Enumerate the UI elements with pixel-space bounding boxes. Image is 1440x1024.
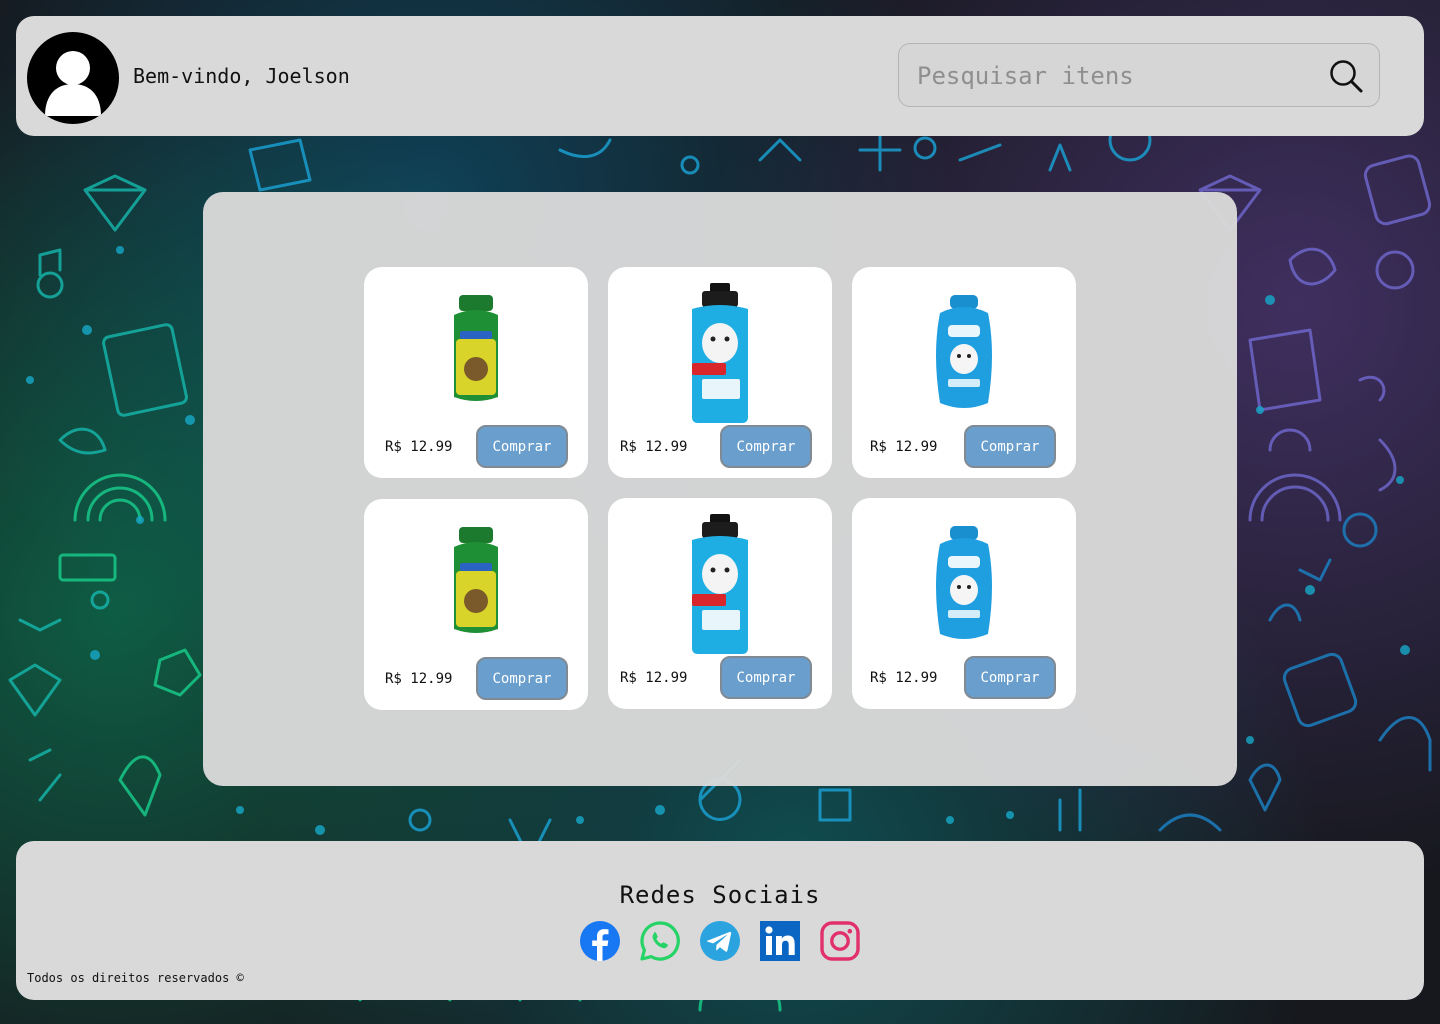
product-card: R$ 12.99 Comprar xyxy=(608,498,832,709)
linkedin-icon[interactable] xyxy=(759,920,801,962)
buy-button[interactable]: Comprar xyxy=(720,656,812,699)
buy-button[interactable]: Comprar xyxy=(720,425,812,468)
user-silhouette-icon xyxy=(45,51,101,116)
product-image xyxy=(936,295,992,408)
product-image xyxy=(936,526,992,639)
buy-button[interactable]: Comprar xyxy=(964,425,1056,468)
whatsapp-icon[interactable] xyxy=(639,920,681,962)
product-card: R$ 12.99 Comprar xyxy=(364,499,588,710)
search-bar xyxy=(898,43,1380,108)
copyright-text: Todos os direitos reservados © xyxy=(27,971,244,985)
product-price: R$ 12.99 xyxy=(620,439,688,455)
welcome-message: Bem-vindo, Joelson xyxy=(133,64,350,88)
product-price: R$ 12.99 xyxy=(870,439,938,455)
search-input[interactable] xyxy=(915,44,1319,108)
product-image xyxy=(692,514,748,654)
buy-button[interactable]: Comprar xyxy=(476,425,568,468)
buy-button[interactable]: Comprar xyxy=(476,657,568,700)
products-panel: R$ 12.99 Comprar R$ 12.99 Comprar R$ 12.… xyxy=(203,192,1237,786)
product-card: R$ 12.99 Comprar xyxy=(608,267,832,478)
product-image xyxy=(692,283,748,423)
user-avatar[interactable] xyxy=(27,32,119,124)
product-price: R$ 12.99 xyxy=(385,439,453,455)
header-bar: Bem-vindo, Joelson xyxy=(16,16,1424,136)
facebook-icon[interactable] xyxy=(579,920,621,962)
social-title: Redes Sociais xyxy=(619,881,821,909)
telegram-icon[interactable] xyxy=(699,920,741,962)
product-price: R$ 12.99 xyxy=(385,671,453,687)
footer: Redes Sociais Todos os direitos reservad… xyxy=(16,841,1424,1000)
product-price: R$ 12.99 xyxy=(870,670,938,686)
search-icon[interactable] xyxy=(1328,58,1364,94)
product-price: R$ 12.99 xyxy=(620,670,688,686)
product-card: R$ 12.99 Comprar xyxy=(852,267,1076,478)
product-card: R$ 12.99 Comprar xyxy=(364,267,588,478)
product-card: R$ 12.99 Comprar xyxy=(852,498,1076,709)
product-image xyxy=(454,295,498,401)
buy-button[interactable]: Comprar xyxy=(964,656,1056,699)
product-image xyxy=(454,527,498,633)
instagram-icon[interactable] xyxy=(819,920,861,962)
